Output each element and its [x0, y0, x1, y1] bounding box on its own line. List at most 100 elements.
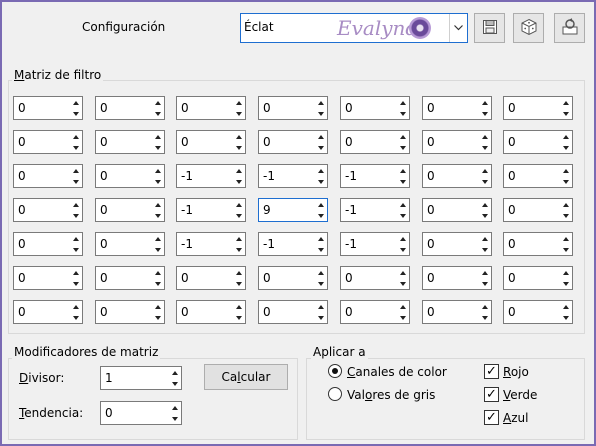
- matrix-cell-spinbox[interactable]: 0: [176, 266, 246, 290]
- matrix-cell-spinbox[interactable]: -1: [258, 164, 328, 188]
- spin-arrows-icon[interactable]: [478, 97, 491, 119]
- matrix-cell-spinbox[interactable]: 0: [422, 198, 492, 222]
- matrix-cell-spinbox[interactable]: -1: [176, 164, 246, 188]
- matrix-cell-spinbox[interactable]: -1: [340, 198, 410, 222]
- preset-dropdown[interactable]: Éclat Evalynda: [240, 13, 468, 43]
- green-checkbox[interactable]: ✓: [484, 387, 499, 402]
- matrix-cell-spinbox[interactable]: 9: [258, 198, 328, 222]
- spin-arrows-icon[interactable]: [69, 233, 82, 255]
- red-label[interactable]: Rojo: [503, 365, 529, 379]
- spin-arrows-icon[interactable]: [151, 131, 164, 153]
- matrix-cell-spinbox[interactable]: 0: [176, 300, 246, 324]
- bias-spinbox[interactable]: 0: [100, 401, 182, 425]
- matrix-cell-spinbox[interactable]: -1: [176, 232, 246, 256]
- spin-arrows-icon[interactable]: [559, 301, 572, 323]
- spin-arrows-icon[interactable]: [151, 267, 164, 289]
- spin-arrows-icon[interactable]: [478, 233, 491, 255]
- spin-arrows-icon[interactable]: [559, 131, 572, 153]
- matrix-cell-spinbox[interactable]: 0: [422, 164, 492, 188]
- grayscale-label[interactable]: Valores de gris: [347, 388, 435, 402]
- matrix-cell-spinbox[interactable]: 0: [13, 96, 83, 120]
- reset-defaults-button[interactable]: [554, 13, 585, 43]
- matrix-cell-spinbox[interactable]: 0: [95, 130, 165, 154]
- spin-arrows-icon[interactable]: [314, 131, 327, 153]
- color-channels-label[interactable]: Canales de color: [347, 365, 447, 379]
- spin-arrows-icon[interactable]: [69, 97, 82, 119]
- spin-arrows-icon[interactable]: [478, 131, 491, 153]
- matrix-cell-spinbox[interactable]: 0: [503, 130, 573, 154]
- spin-arrows-icon[interactable]: [396, 199, 409, 221]
- spin-arrows-icon[interactable]: [396, 301, 409, 323]
- spin-arrows-icon[interactable]: [314, 267, 327, 289]
- spin-arrows-icon[interactable]: [396, 233, 409, 255]
- spin-arrows-icon[interactable]: [478, 267, 491, 289]
- matrix-cell-spinbox[interactable]: 0: [422, 300, 492, 324]
- spin-arrows-icon[interactable]: [232, 233, 245, 255]
- spin-arrows-icon[interactable]: [559, 199, 572, 221]
- matrix-cell-spinbox[interactable]: 0: [503, 164, 573, 188]
- spin-arrows-icon[interactable]: [314, 233, 327, 255]
- spin-arrows-icon[interactable]: [559, 165, 572, 187]
- spin-arrows-icon[interactable]: [232, 301, 245, 323]
- spin-arrows-icon[interactable]: [168, 367, 181, 389]
- matrix-cell-spinbox[interactable]: -1: [176, 198, 246, 222]
- matrix-cell-spinbox[interactable]: 0: [13, 164, 83, 188]
- spin-arrows-icon[interactable]: [151, 199, 164, 221]
- matrix-cell-spinbox[interactable]: 0: [13, 198, 83, 222]
- spin-arrows-icon[interactable]: [69, 199, 82, 221]
- spin-arrows-icon[interactable]: [232, 131, 245, 153]
- matrix-cell-spinbox[interactable]: -1: [340, 164, 410, 188]
- spin-arrows-icon[interactable]: [232, 267, 245, 289]
- matrix-cell-spinbox[interactable]: 0: [13, 266, 83, 290]
- matrix-cell-spinbox[interactable]: 0: [340, 96, 410, 120]
- matrix-cell-spinbox[interactable]: 0: [503, 232, 573, 256]
- spin-arrows-icon[interactable]: [396, 131, 409, 153]
- matrix-cell-spinbox[interactable]: 0: [258, 96, 328, 120]
- spin-arrows-icon[interactable]: [396, 165, 409, 187]
- spin-arrows-icon[interactable]: [559, 97, 572, 119]
- spin-arrows-icon[interactable]: [559, 233, 572, 255]
- matrix-cell-spinbox[interactable]: 0: [340, 130, 410, 154]
- spin-arrows-icon[interactable]: [559, 267, 572, 289]
- matrix-cell-spinbox[interactable]: 0: [422, 96, 492, 120]
- spin-arrows-icon[interactable]: [396, 267, 409, 289]
- spin-arrows-icon[interactable]: [314, 301, 327, 323]
- spin-arrows-icon[interactable]: [314, 97, 327, 119]
- spin-arrows-icon[interactable]: [69, 301, 82, 323]
- spin-arrows-icon[interactable]: [232, 199, 245, 221]
- matrix-cell-spinbox[interactable]: 0: [503, 96, 573, 120]
- matrix-cell-spinbox[interactable]: 0: [258, 130, 328, 154]
- spin-arrows-icon[interactable]: [314, 199, 327, 221]
- matrix-cell-spinbox[interactable]: 0: [258, 266, 328, 290]
- randomize-button[interactable]: [513, 13, 544, 43]
- red-checkbox[interactable]: ✓: [484, 364, 499, 379]
- spin-arrows-icon[interactable]: [69, 131, 82, 153]
- matrix-cell-spinbox[interactable]: 0: [422, 266, 492, 290]
- blue-label[interactable]: Azul: [503, 411, 528, 425]
- matrix-cell-spinbox[interactable]: 0: [503, 266, 573, 290]
- spin-arrows-icon[interactable]: [168, 402, 181, 424]
- spin-arrows-icon[interactable]: [69, 165, 82, 187]
- spin-arrows-icon[interactable]: [396, 97, 409, 119]
- matrix-cell-spinbox[interactable]: -1: [340, 232, 410, 256]
- matrix-cell-spinbox[interactable]: 0: [340, 266, 410, 290]
- grayscale-radio[interactable]: [328, 387, 342, 401]
- divisor-spinbox[interactable]: 1: [100, 366, 182, 390]
- spin-arrows-icon[interactable]: [69, 267, 82, 289]
- spin-arrows-icon[interactable]: [151, 301, 164, 323]
- spin-arrows-icon[interactable]: [151, 233, 164, 255]
- matrix-cell-spinbox[interactable]: 0: [95, 198, 165, 222]
- matrix-cell-spinbox[interactable]: 0: [503, 198, 573, 222]
- spin-arrows-icon[interactable]: [478, 199, 491, 221]
- matrix-cell-spinbox[interactable]: 0: [176, 96, 246, 120]
- chevron-down-icon[interactable]: [449, 14, 467, 42]
- calculate-button[interactable]: Ca l cular: [204, 364, 288, 390]
- color-channels-radio[interactable]: [328, 364, 342, 378]
- matrix-cell-spinbox[interactable]: 0: [95, 164, 165, 188]
- matrix-cell-spinbox[interactable]: 0: [340, 300, 410, 324]
- matrix-cell-spinbox[interactable]: 0: [95, 96, 165, 120]
- matrix-cell-spinbox[interactable]: 0: [422, 232, 492, 256]
- green-label[interactable]: Verde: [503, 388, 537, 402]
- matrix-cell-spinbox[interactable]: 0: [503, 300, 573, 324]
- matrix-cell-spinbox[interactable]: 0: [95, 266, 165, 290]
